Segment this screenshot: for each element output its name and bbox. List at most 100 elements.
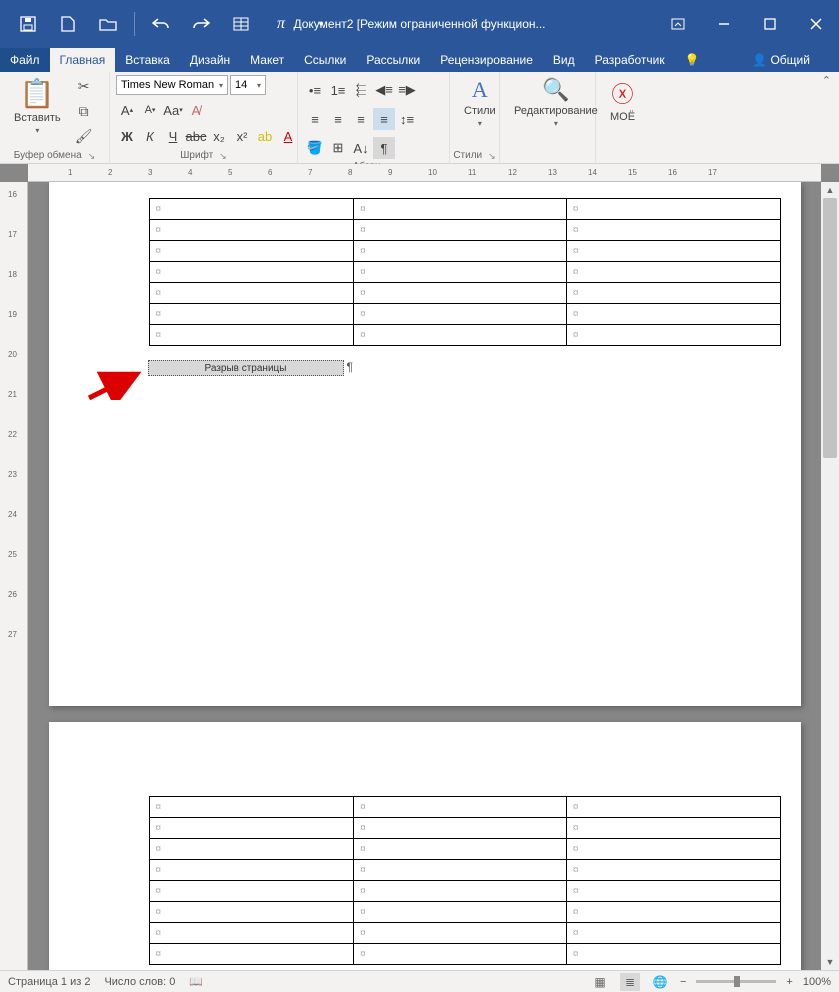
- justify-button[interactable]: ≡: [373, 108, 395, 130]
- table-cell[interactable]: ¤: [354, 304, 567, 325]
- table-row[interactable]: ¤¤¤: [149, 199, 780, 220]
- bullets-button[interactable]: •≡: [304, 79, 326, 101]
- table-cell[interactable]: ¤: [354, 818, 567, 839]
- zoom-in-button[interactable]: +: [786, 976, 792, 988]
- read-mode-button[interactable]: ▦: [590, 973, 610, 991]
- table-cell[interactable]: ¤: [566, 902, 780, 923]
- font-color-button[interactable]: A: [277, 125, 299, 147]
- clear-formatting-button[interactable]: A̸: [185, 99, 207, 121]
- shading-button[interactable]: 🪣: [304, 137, 326, 159]
- table-cell[interactable]: ¤: [354, 262, 567, 283]
- web-layout-button[interactable]: 🌐: [650, 973, 670, 991]
- collapse-ribbon-button[interactable]: ⌃: [822, 74, 831, 87]
- table-row[interactable]: ¤¤¤: [149, 881, 780, 902]
- tab-home[interactable]: Главная: [50, 48, 116, 72]
- table-row[interactable]: ¤¤¤: [149, 860, 780, 881]
- table-cell[interactable]: ¤: [566, 818, 780, 839]
- zoom-slider[interactable]: [696, 980, 776, 983]
- font-size-combo[interactable]: 14▾: [230, 75, 266, 95]
- table-cell[interactable]: ¤: [149, 860, 354, 881]
- page-break-marker[interactable]: Разрыв страницы: [148, 360, 344, 376]
- table-row[interactable]: ¤¤¤: [149, 220, 780, 241]
- table-cell[interactable]: ¤: [149, 818, 354, 839]
- borders-button[interactable]: ⊞: [327, 137, 349, 159]
- table-row[interactable]: ¤¤¤: [149, 283, 780, 304]
- zoom-slider-thumb[interactable]: [734, 976, 740, 987]
- line-spacing-button[interactable]: ↕≡: [396, 108, 418, 130]
- table-cell[interactable]: ¤: [354, 325, 567, 346]
- scroll-down-button[interactable]: ▼: [821, 954, 839, 970]
- table-row[interactable]: ¤¤¤: [149, 944, 780, 965]
- tab-layout[interactable]: Макет: [240, 48, 294, 72]
- table-cell[interactable]: ¤: [566, 241, 780, 262]
- bold-button[interactable]: Ж: [116, 125, 138, 147]
- zoom-out-button[interactable]: −: [680, 976, 686, 988]
- tab-mailings[interactable]: Рассылки: [356, 48, 430, 72]
- vertical-ruler[interactable]: 161718192021222324252627: [0, 182, 28, 970]
- superscript-button[interactable]: x²: [231, 125, 253, 147]
- ribbon-display-button[interactable]: [655, 9, 701, 39]
- close-button[interactable]: [793, 9, 839, 39]
- table-cell[interactable]: ¤: [149, 797, 354, 818]
- undo-button[interactable]: [143, 0, 179, 48]
- table-cell[interactable]: ¤: [149, 220, 354, 241]
- copy-button[interactable]: ⧉: [73, 100, 95, 122]
- moe-button[interactable]: ⓧ МОЁ: [602, 75, 643, 125]
- scroll-up-button[interactable]: ▲: [821, 182, 839, 198]
- table-cell[interactable]: ¤: [566, 304, 780, 325]
- new-doc-button[interactable]: [50, 0, 86, 48]
- table-cell[interactable]: ¤: [149, 304, 354, 325]
- tab-view[interactable]: Вид: [543, 48, 585, 72]
- numbering-button[interactable]: 1≡: [327, 79, 349, 101]
- table-cell[interactable]: ¤: [149, 944, 354, 965]
- table-row[interactable]: ¤¤¤: [149, 797, 780, 818]
- page-2[interactable]: ¤¤¤¤¤¤¤¤¤¤¤¤¤¤¤¤¤¤¤¤¤¤¤¤: [49, 722, 801, 970]
- text-highlight-button[interactable]: ab: [254, 125, 276, 147]
- sort-button[interactable]: A↓: [350, 137, 372, 159]
- tab-help[interactable]: 💡 Помощ: [675, 48, 743, 72]
- grow-font-button[interactable]: A▴: [116, 99, 138, 121]
- underline-button[interactable]: Ч: [162, 125, 184, 147]
- show-marks-button[interactable]: ¶: [373, 137, 395, 159]
- shrink-font-button[interactable]: A▾: [139, 99, 161, 121]
- cut-button[interactable]: ✂: [73, 75, 95, 97]
- table-cell[interactable]: ¤: [149, 902, 354, 923]
- table-cell[interactable]: ¤: [149, 325, 354, 346]
- table-row[interactable]: ¤¤¤: [149, 902, 780, 923]
- multilevel-button[interactable]: ⬱: [350, 79, 372, 101]
- table-row[interactable]: ¤¤¤: [149, 241, 780, 262]
- table-cell[interactable]: ¤: [354, 839, 567, 860]
- tab-design[interactable]: Дизайн: [180, 48, 240, 72]
- spellcheck-icon[interactable]: 📖: [189, 975, 203, 988]
- tab-references[interactable]: Ссылки: [294, 48, 356, 72]
- strikethrough-button[interactable]: abc: [185, 125, 207, 147]
- table-cell[interactable]: ¤: [566, 797, 780, 818]
- table-cell[interactable]: ¤: [566, 199, 780, 220]
- table-cell[interactable]: ¤: [566, 923, 780, 944]
- table-cell[interactable]: ¤: [149, 839, 354, 860]
- styles-button[interactable]: A Стили ▾: [456, 75, 504, 130]
- table-cell[interactable]: ¤: [566, 262, 780, 283]
- table-row[interactable]: ¤¤¤: [149, 818, 780, 839]
- decrease-indent-button[interactable]: ◀≡: [373, 79, 395, 101]
- styles-launcher[interactable]: ↘: [488, 148, 496, 164]
- vertical-scrollbar[interactable]: ▲ ▼: [821, 182, 839, 970]
- align-left-button[interactable]: ≡: [304, 108, 326, 130]
- table-row[interactable]: ¤¤¤: [149, 923, 780, 944]
- tab-file[interactable]: Файл: [0, 48, 50, 72]
- table-cell[interactable]: ¤: [566, 220, 780, 241]
- table-cell[interactable]: ¤: [354, 241, 567, 262]
- tab-insert[interactable]: Вставка: [115, 48, 180, 72]
- paste-button[interactable]: 📋 Вставить ▾: [6, 75, 69, 137]
- table-cell[interactable]: ¤: [149, 199, 354, 220]
- table-cell[interactable]: ¤: [566, 860, 780, 881]
- table-cell[interactable]: ¤: [149, 241, 354, 262]
- font-launcher[interactable]: ↘: [219, 148, 227, 164]
- italic-button[interactable]: К: [139, 125, 161, 147]
- table-cell[interactable]: ¤: [149, 881, 354, 902]
- table-cell[interactable]: ¤: [354, 881, 567, 902]
- table-row[interactable]: ¤¤¤: [149, 325, 780, 346]
- table-cell[interactable]: ¤: [354, 797, 567, 818]
- table-row[interactable]: ¤¤¤: [149, 304, 780, 325]
- tab-review[interactable]: Рецензирование: [430, 48, 543, 72]
